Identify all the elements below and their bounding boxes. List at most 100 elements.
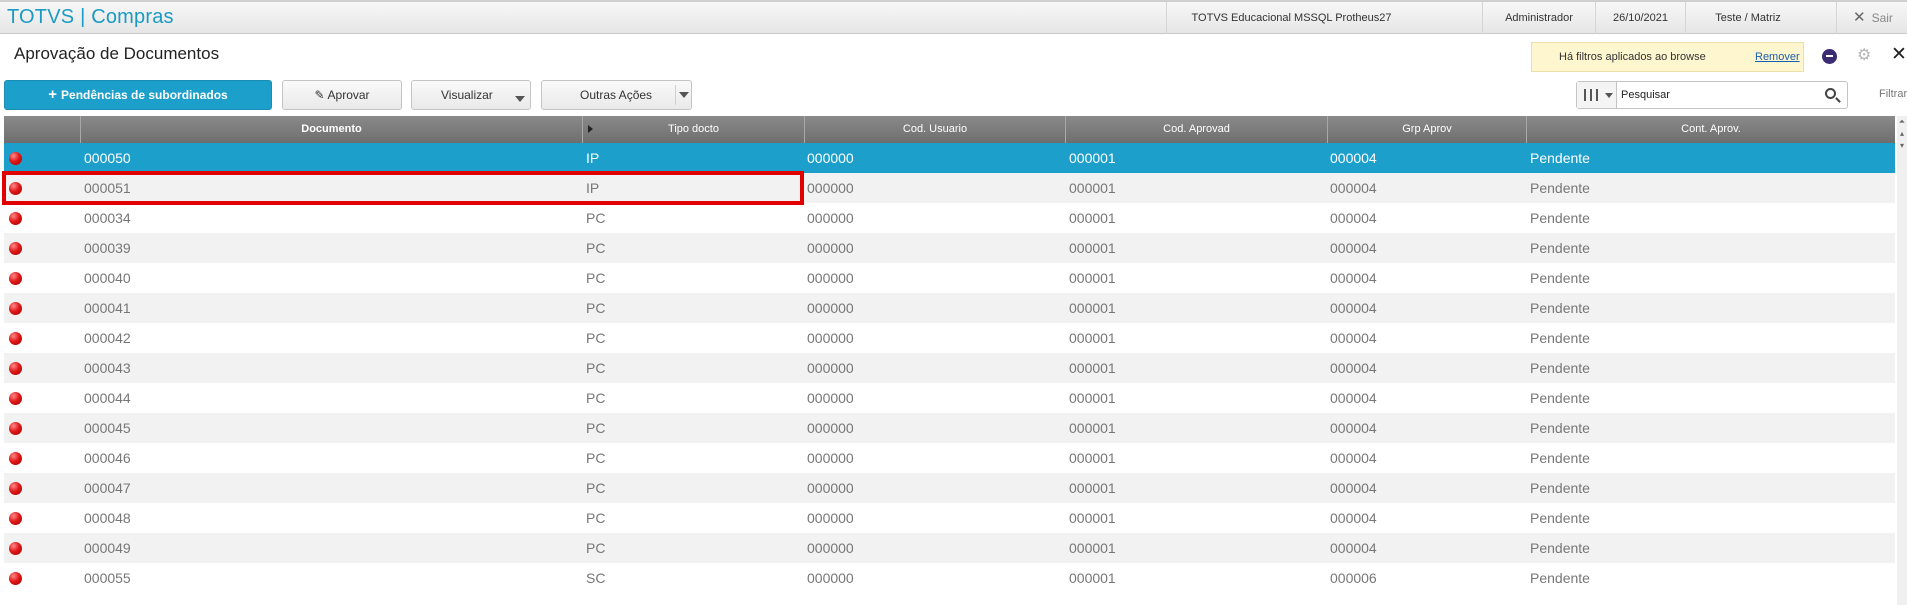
remove-filter-link[interactable]: Remover (1755, 51, 1800, 63)
cell-cont-aprov: Pendente (1530, 270, 1590, 286)
table-row[interactable]: 000047 PC 000000 000001 000004 Pendente (4, 473, 1895, 503)
cell-cod-usuario: 000000 (807, 510, 854, 526)
user-menu-icon[interactable] (1822, 49, 1837, 64)
cell-cod-aprovad: 000001 (1069, 510, 1116, 526)
cell-documento: 000044 (84, 390, 131, 406)
cell-tipo-docto: SC (586, 570, 606, 586)
cell-tipo-docto: PC (586, 210, 606, 226)
header-cod-aprovad[interactable]: Cod. Aprovad (1065, 116, 1327, 143)
filter-button[interactable]: Filtrar (1879, 88, 1907, 100)
cell-grp-aprov: 000004 (1330, 240, 1377, 256)
header-grp-aprov[interactable]: Grp Aprov (1327, 116, 1526, 143)
table-row[interactable]: 000044 PC 000000 000001 000004 Pendente (4, 383, 1895, 413)
header-cont-aprov[interactable]: Cont. Aprov. (1526, 116, 1895, 143)
cell-documento: 000050 (84, 150, 131, 166)
vertical-scrollbar[interactable]: ⏶ ▴ ▾ (1897, 116, 1907, 605)
scroll-up-icon[interactable]: ▴ (1898, 130, 1906, 138)
cell-tipo-docto: PC (586, 480, 606, 496)
cell-cont-aprov: Pendente (1530, 240, 1590, 256)
header-documento[interactable]: Documento (80, 116, 582, 143)
chevron-down-icon (679, 92, 689, 98)
cell-cont-aprov: Pendente (1530, 450, 1590, 466)
search-box (1576, 81, 1848, 109)
cell-tipo-docto: PC (586, 390, 606, 406)
table-row[interactable]: 000050 IP 000000 000001 000004 Pendente (4, 143, 1895, 173)
cell-grp-aprov: 000004 (1330, 450, 1377, 466)
view-button[interactable]: Visualizar (411, 80, 531, 110)
top-bar: TOTVS | Compras TOTVS Educacional MSSQL … (0, 0, 1907, 34)
header-cod-usuario[interactable]: Cod. Usuario (804, 116, 1065, 143)
gear-icon[interactable]: ⚙ (1857, 45, 1871, 65)
grid-header: Documento Tipo docto Cod. Usuario Cod. A… (4, 116, 1895, 143)
cell-cod-aprovad: 000001 (1069, 390, 1116, 406)
cell-cod-aprovad: 000001 (1069, 540, 1116, 556)
cell-cod-usuario: 000000 (807, 210, 854, 226)
table-row[interactable]: 000043 PC 000000 000001 000004 Pendente (4, 353, 1895, 383)
status-pending-icon (9, 332, 22, 345)
cell-cod-usuario: 000000 (807, 480, 854, 496)
table-row[interactable]: 000045 PC 000000 000001 000004 Pendente (4, 413, 1895, 443)
user-label: Administrador (1482, 2, 1595, 34)
app-title: TOTVS | Compras (7, 6, 174, 28)
cell-tipo-docto: PC (586, 360, 606, 376)
table-row[interactable]: 000049 PC 000000 000001 000004 Pendente (4, 533, 1895, 563)
cell-documento: 000055 (84, 570, 131, 586)
scroll-down-icon[interactable]: ▾ (1898, 142, 1906, 150)
cell-grp-aprov: 000006 (1330, 570, 1377, 586)
table-row[interactable]: 000048 PC 000000 000001 000004 Pendente (4, 503, 1895, 533)
status-pending-icon (9, 362, 22, 375)
highlight-annotation (2, 171, 804, 205)
cell-tipo-docto: PC (586, 330, 606, 346)
table-row[interactable]: 000055 SC 000000 000001 000006 Pendente (4, 563, 1895, 593)
status-pending-icon (9, 212, 22, 225)
cell-grp-aprov: 000004 (1330, 390, 1377, 406)
scroll-top-icon[interactable]: ⏶ (1898, 118, 1906, 126)
header-tipo-docto[interactable]: Tipo docto (582, 116, 804, 143)
status-pending-icon (9, 242, 22, 255)
chevron-down-icon (515, 96, 525, 102)
approve-button[interactable]: ✎ Aprovar (282, 80, 402, 110)
cell-cont-aprov: Pendente (1530, 540, 1590, 556)
exit-button[interactable]: ✕ Sair (1836, 2, 1907, 34)
cell-tipo-docto: PC (586, 300, 606, 316)
search-input[interactable] (1621, 85, 1817, 105)
search-icon[interactable] (1825, 88, 1836, 99)
cell-grp-aprov: 000004 (1330, 420, 1377, 436)
cell-documento: 000039 (84, 240, 131, 256)
status-pending-icon (9, 152, 22, 165)
cell-documento: 000047 (84, 480, 131, 496)
close-window-icon[interactable]: ✕ (1891, 43, 1907, 66)
page-title: Aprovação de Documentos (14, 44, 220, 63)
cell-cont-aprov: Pendente (1530, 300, 1590, 316)
status-pending-icon (9, 542, 22, 555)
subordinates-pending-button[interactable]: + Pendências de subordinados (4, 80, 272, 110)
table-row[interactable]: 000039 PC 000000 000001 000004 Pendente (4, 233, 1895, 263)
cell-documento: 000034 (84, 210, 131, 226)
cell-cod-aprovad: 000001 (1069, 180, 1116, 196)
chevron-down-icon (1605, 93, 1613, 98)
grid-body: 000050 IP 000000 000001 000004 Pendente 000051… (4, 143, 1895, 593)
header-status[interactable] (4, 116, 80, 143)
cell-cod-aprovad: 000001 (1069, 360, 1116, 376)
cell-grp-aprov: 000004 (1330, 270, 1377, 286)
cell-cod-aprovad: 000001 (1069, 210, 1116, 226)
table-row[interactable]: 000042 PC 000000 000001 000004 Pendente (4, 323, 1895, 353)
other-actions-button[interactable]: Outras Ações (541, 80, 692, 110)
cell-documento: 000046 (84, 450, 131, 466)
cell-cod-aprovad: 000001 (1069, 150, 1116, 166)
table-row[interactable]: 000034 PC 000000 000001 000004 Pendente (4, 203, 1895, 233)
cell-documento: 000041 (84, 300, 131, 316)
cell-cont-aprov: Pendente (1530, 150, 1590, 166)
cell-cod-aprovad: 000001 (1069, 570, 1116, 586)
column-select-button[interactable] (1577, 82, 1617, 108)
cell-documento: 000045 (84, 420, 131, 436)
cell-cod-aprovad: 000001 (1069, 300, 1116, 316)
cell-tipo-docto: PC (586, 420, 606, 436)
cell-cod-usuario: 000000 (807, 420, 854, 436)
table-row[interactable]: 000046 PC 000000 000001 000004 Pendente (4, 443, 1895, 473)
status-pending-icon (9, 452, 22, 465)
table-row[interactable]: 000040 PC 000000 000001 000004 Pendente (4, 263, 1895, 293)
status-pending-icon (9, 572, 22, 585)
table-row[interactable]: 000041 PC 000000 000001 000004 Pendente (4, 293, 1895, 323)
cell-cod-aprovad: 000001 (1069, 450, 1116, 466)
